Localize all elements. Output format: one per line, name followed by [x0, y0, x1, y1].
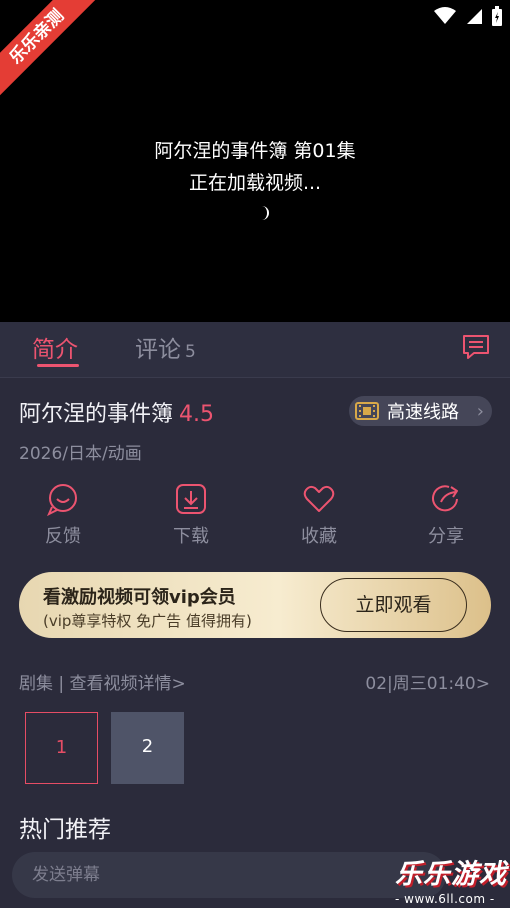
heart-icon	[303, 485, 335, 512]
film-icon	[355, 402, 379, 420]
site-watermark-logo: 乐乐游戏	[395, 859, 507, 890]
episode-schedule-link[interactable]: 02|周三01:40>	[365, 669, 490, 694]
route-label: 高速线路	[387, 402, 459, 423]
download-button[interactable]: 下载	[146, 482, 236, 548]
site-watermark: 乐乐游戏 - www.6ll.com -	[395, 852, 510, 908]
tab-comments-label: 评论	[135, 337, 181, 363]
share-label: 分享	[428, 526, 464, 547]
share-icon	[432, 485, 458, 512]
video-loading-text: 正在加载视频...	[188, 172, 322, 194]
tab-comments[interactable]: 评论 5	[135, 330, 196, 364]
video-episode-title: 阿尔涅的事件簿 第01集	[154, 140, 356, 162]
feedback-label: 反馈	[45, 526, 81, 547]
feedback-icon	[47, 484, 77, 516]
download-label: 下载	[173, 526, 209, 547]
favorite-label: 收藏	[301, 526, 337, 547]
recommend-section-title: 热门推荐	[19, 817, 111, 843]
watermark-ribbon: 乐乐亲测	[0, 0, 101, 101]
episodes-header-link[interactable]: 剧集 | 查看视频详情>	[19, 669, 186, 694]
tab-bar: 简介 评论 5	[0, 322, 510, 378]
danmaku-list-icon[interactable]	[462, 334, 490, 360]
signal-icon	[467, 9, 482, 24]
tab-active-indicator	[37, 364, 79, 367]
status-bar-icons	[434, 6, 502, 26]
site-watermark-url: - www.6ll.com -	[395, 892, 495, 906]
show-rating: 4.5	[179, 402, 215, 427]
action-row: 反馈 下载 收藏 分享	[0, 482, 510, 552]
vip-promo-banner: 看激励视频可领vip会员 (vip尊享特权 免广告 值得拥有) 立即观看	[19, 572, 491, 638]
tab-intro-label: 简介	[32, 337, 78, 363]
tab-intro[interactable]: 简介	[32, 330, 78, 364]
promo-subtitle: (vip尊享特权 免广告 值得拥有)	[43, 612, 252, 630]
download-icon	[176, 484, 206, 514]
danmaku-bar	[12, 852, 446, 898]
show-title: 阿尔涅的事件簿	[19, 402, 174, 427]
comment-count: 5	[185, 342, 196, 362]
favorite-button[interactable]: 收藏	[274, 482, 364, 548]
show-meta: 2026/日本/动画	[19, 444, 142, 464]
show-title-row: 阿尔涅的事件簿 4.5	[19, 396, 214, 428]
route-selector[interactable]: 高速线路 ›	[349, 396, 492, 426]
promo-title: 看激励视频可领vip会员	[43, 587, 236, 608]
video-player[interactable]: 乐乐亲测 阿尔涅的事件簿 第01集 正在加载视频...	[0, 0, 510, 322]
wifi-icon	[434, 7, 456, 24]
share-button[interactable]: 分享	[401, 482, 491, 548]
battery-icon	[492, 6, 502, 26]
chevron-right-icon: ›	[476, 400, 484, 422]
watch-now-button[interactable]: 立即观看	[320, 578, 467, 632]
episode-button-1[interactable]: 1	[25, 712, 98, 784]
episode-button-2[interactable]: 2	[111, 712, 184, 784]
feedback-button[interactable]: 反馈	[18, 482, 108, 548]
loading-spinner	[255, 206, 269, 220]
danmaku-input[interactable]	[12, 852, 446, 898]
